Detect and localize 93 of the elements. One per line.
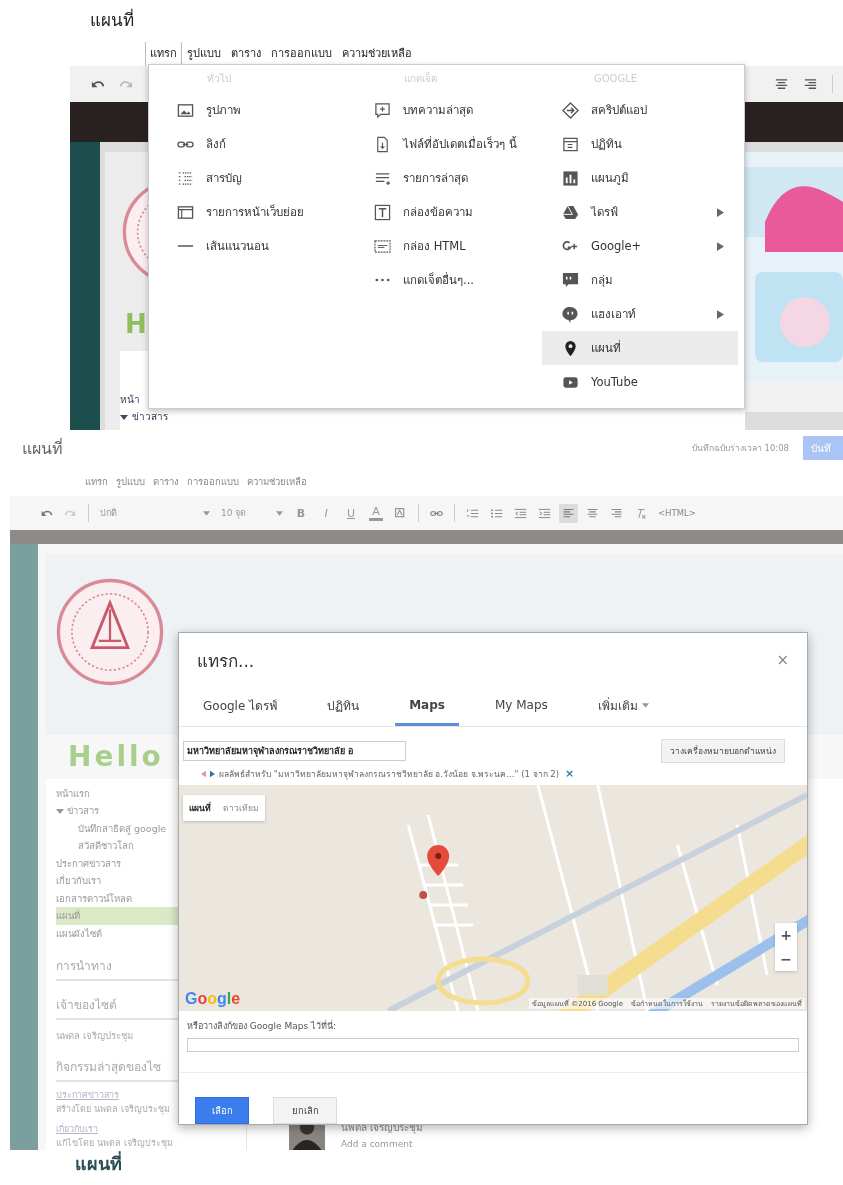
chat-icon <box>562 305 579 323</box>
align-right-icon[interactable] <box>610 506 623 520</box>
google-logo: Google <box>185 990 241 1009</box>
map-type-button[interactable]: ดาวเทียม <box>217 795 265 822</box>
site-title: H <box>124 308 147 341</box>
tab[interactable]: เพิ่มเติม <box>583 687 663 726</box>
owner-name: นพดล เจริญประชุม <box>56 1029 135 1043</box>
save-status: บันทึกฉบับร่างเวลา 10:08 <box>691 442 789 455</box>
previous-icon[interactable] <box>201 769 206 778</box>
next-icon[interactable] <box>210 769 215 778</box>
activity-note: สร้างโดย นพดล เจริญประชุม <box>56 1103 171 1116</box>
tab[interactable]: ปฏิทิน <box>313 687 374 726</box>
close-button[interactable]: × <box>772 651 793 670</box>
menu-item[interactable]: รูปภาพ <box>177 93 347 127</box>
code-icon <box>374 237 391 255</box>
menu-item[interactable]: แฮงเอาท์ <box>542 297 738 331</box>
menu-item[interactable]: กล่องข้อความ <box>374 195 542 229</box>
menu-item[interactable]: รูปแบบ <box>182 42 226 66</box>
indent-icon[interactable] <box>538 506 551 520</box>
list-icon <box>177 169 194 187</box>
caret-icon <box>203 510 210 516</box>
menu-item[interactable]: บทความล่าสุด <box>374 93 542 127</box>
line-icon <box>177 244 194 248</box>
text-icon <box>374 203 391 221</box>
page-heading: แผนที่ <box>74 1150 123 1176</box>
menu-item[interactable]: รายการหน้าเว็บย่อย <box>177 195 347 229</box>
tab[interactable]: Maps <box>395 687 459 726</box>
align-left-button[interactable] <box>562 506 575 520</box>
menu-item[interactable]: แกดเจ็ตอื่นๆ... <box>374 263 542 297</box>
search-field[interactable]: มหาวิทยาลัยมหาจุฬาลงกรณราชวิทยาลัย อ <box>183 741 406 762</box>
sidebar-link[interactable]: ข่าวสาร <box>132 409 168 424</box>
file-icon <box>374 135 391 153</box>
menu-item[interactable]: เส้นแนวนอน <box>177 229 347 263</box>
menu-item[interactable]: ตาราง <box>226 42 266 66</box>
menu-item[interactable]: สคริปต์แอป <box>542 93 738 127</box>
select-button[interactable]: เลือก <box>195 1097 249 1124</box>
activity-note: แก้ไขโดย นพดล เจริญประชุม <box>56 1137 174 1150</box>
menu-item[interactable]: รูปแบบ <box>116 473 145 489</box>
menu-item[interactable]: กล่อง HTML <box>374 229 542 263</box>
menu-item[interactable]: ความช่วยเหลือ <box>247 473 307 489</box>
page-title: แผนที่ <box>22 437 63 460</box>
image-icon <box>177 101 194 119</box>
menu-item[interactable]: การออกแบบ <box>266 42 337 66</box>
menu-item[interactable]: ตาราง <box>153 473 179 489</box>
menu-item[interactable]: การออกแบบ <box>187 473 239 489</box>
highlight-icon[interactable] <box>394 506 407 520</box>
link-input-field[interactable] <box>187 1038 799 1052</box>
outdent-icon[interactable] <box>514 506 527 520</box>
expanded-arrow-icon[interactable] <box>120 412 128 421</box>
menu-item[interactable]: แผนที่ <box>542 331 738 365</box>
menu-item[interactable]: ความช่วยเหลือ <box>337 42 417 66</box>
dialog-title: แทรก... <box>197 649 255 673</box>
numbered-list-icon[interactable] <box>466 506 479 520</box>
comment-author: นพดล เจริญประชุม <box>341 1121 424 1135</box>
menu-item[interactable]: ไดรฟ์ <box>542 195 738 229</box>
clear-button[interactable]: × <box>563 767 577 781</box>
menu-item[interactable]: รายการล่าสุด <box>374 161 542 195</box>
place-marker-button[interactable]: วางเครื่องหมายบอกตำแหน่ง <box>661 739 785 764</box>
result-text: ผลลัพธ์สำหรับ "มหาวิทยาลัยมหาจุฬาลงกรณราชวิทยาลัย อ.วังน้อย จ.พระนค..." (1 จาก 2) <box>219 767 559 781</box>
sidebar-link[interactable]: หน้า <box>120 392 140 407</box>
align-center-icon[interactable] <box>586 506 599 520</box>
align-right-icon[interactable] <box>803 76 818 92</box>
caret-icon <box>276 510 283 516</box>
align-center-icon[interactable] <box>774 76 789 92</box>
menu-item[interactable]: แทรก <box>145 42 182 66</box>
comment-icon <box>374 101 391 119</box>
map-type-button[interactable]: แผนที่ <box>183 795 217 822</box>
triangle-icon <box>562 203 579 221</box>
tab[interactable]: My Maps <box>480 687 562 726</box>
window-icon <box>177 203 194 221</box>
menu-item[interactable]: Google+ <box>542 229 738 263</box>
menu-item[interactable]: ไฟล์ที่อัปเดตเมื่อเร็วๆ นี้ <box>374 127 542 161</box>
cancel-button[interactable]: ยกเลิก <box>273 1097 337 1124</box>
chart-icon <box>562 169 579 187</box>
site-title: Hello <box>67 738 164 775</box>
menu-item[interactable]: ลิงก์ <box>177 127 347 161</box>
menu-item[interactable]: แผนภูมิ <box>542 161 738 195</box>
zoom-in-button[interactable]: + <box>775 923 797 948</box>
chat-icon <box>562 271 579 289</box>
menu-item[interactable]: YouTube <box>542 365 738 399</box>
pin-icon <box>562 339 579 357</box>
calendar-icon <box>562 135 579 153</box>
zoom-out-button[interactable]: − <box>775 947 797 972</box>
menu-item[interactable]: แทรก <box>85 473 108 489</box>
diamond-icon <box>562 101 579 119</box>
page-heading: แผนที่ <box>89 7 135 32</box>
menu-item[interactable]: ปฏิทิน <box>542 127 738 161</box>
bullet-list-icon[interactable] <box>490 506 503 520</box>
menu-item[interactable]: กลุ่ม <box>542 263 738 297</box>
menu-item[interactable]: สารบัญ <box>177 161 347 195</box>
tab[interactable]: Google ไดรฟ์ <box>189 687 292 726</box>
field-label: หรือวางลิงก์ของ Google Maps ไว้ที่นี่: <box>186 1019 338 1034</box>
dots-icon <box>374 278 391 282</box>
